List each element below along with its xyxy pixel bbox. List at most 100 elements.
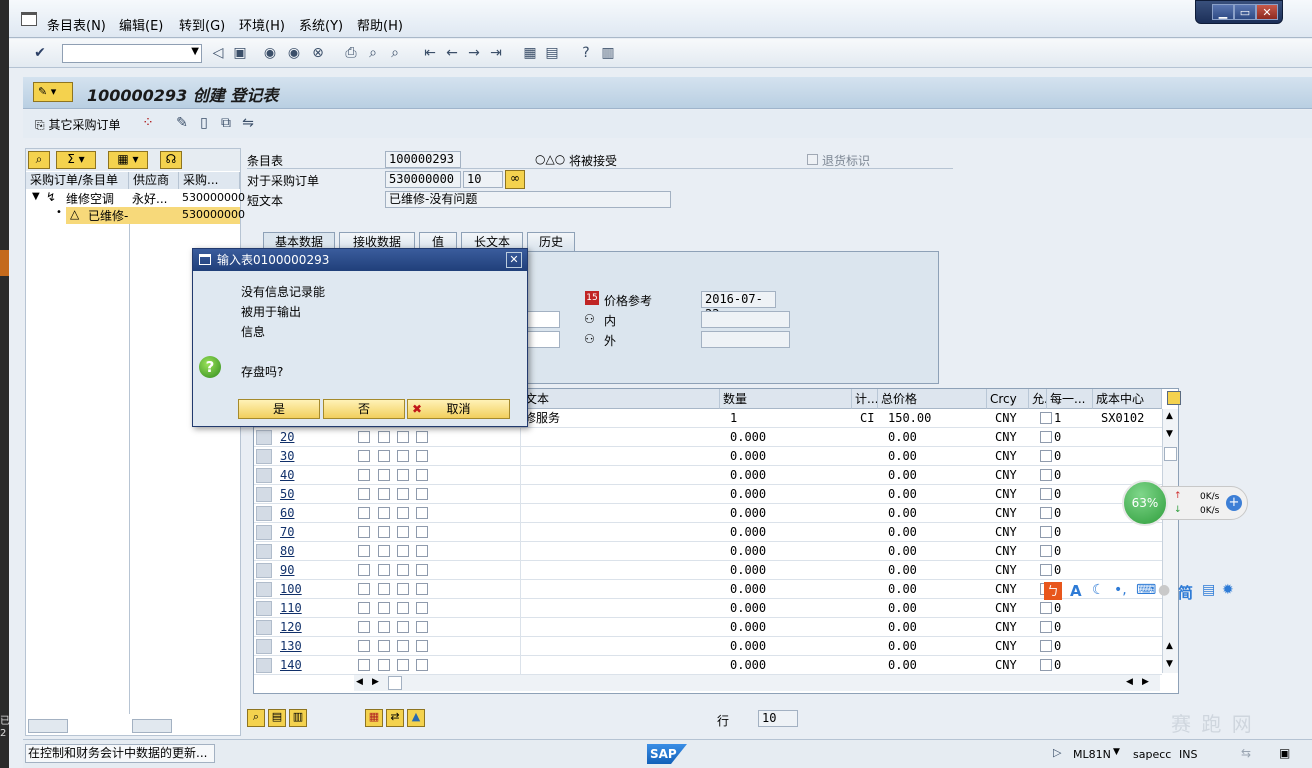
row-allowed-checkbox[interactable]	[1040, 640, 1052, 652]
cancel-icon[interactable]: ⊗	[309, 44, 327, 62]
row-checkbox[interactable]	[378, 602, 390, 614]
ime-logo-icon[interactable]: ㄅ	[1044, 582, 1062, 600]
row-line-number[interactable]: 70	[280, 523, 294, 542]
row-allowed-checkbox[interactable]	[1040, 602, 1052, 614]
find-next-icon[interactable]: ⌕	[386, 44, 404, 62]
cancel-button[interactable]: ✖ 取消	[407, 399, 510, 419]
row-line-number[interactable]: 130	[280, 637, 302, 656]
minimize-button[interactable]: ▁	[1212, 4, 1234, 20]
col-header-currency[interactable]: Crcy	[987, 389, 1029, 409]
toggle-icon[interactable]: ⇋	[239, 114, 257, 132]
row-allowed-checkbox[interactable]	[1040, 507, 1052, 519]
print-icon[interactable]: ⎙	[342, 44, 360, 62]
table-row[interactable]: 90 0.000 0.00 CNY 0	[254, 561, 1162, 580]
prev-page-icon[interactable]: ←	[443, 44, 461, 62]
row-selector[interactable]	[256, 563, 272, 578]
row-checkbox[interactable]	[416, 545, 428, 557]
row-number-field[interactable]: 10	[758, 710, 798, 727]
row-checkbox[interactable]	[416, 488, 428, 500]
edit-pencil-icon[interactable]: ✎	[173, 114, 191, 132]
table-row[interactable]: 70 0.000 0.00 CNY 0	[254, 523, 1162, 542]
scroll-thumb[interactable]	[388, 676, 402, 690]
menu-entry-sheet[interactable]: 条目表(N)	[47, 15, 106, 34]
menu-edit[interactable]: 编辑(E)	[119, 15, 163, 34]
price-ref-date[interactable]: 2016-07-22	[701, 291, 776, 321]
row-checkbox[interactable]	[416, 507, 428, 519]
row-checkbox[interactable]	[358, 545, 370, 557]
row-checkbox[interactable]	[397, 450, 409, 462]
row-checkbox[interactable]	[397, 488, 409, 500]
menu-goto[interactable]: 转到(G)	[179, 15, 225, 34]
shortcut-icon[interactable]: ▤	[543, 44, 561, 62]
yes-button[interactable]: 是	[238, 399, 320, 419]
po-field[interactable]: 530000000	[385, 171, 461, 188]
row-checkbox[interactable]	[358, 602, 370, 614]
row-selector[interactable]	[256, 639, 272, 654]
table-row[interactable]: 130 0.000 0.00 CNY 0	[254, 637, 1162, 656]
row-line-number[interactable]: 60	[280, 504, 294, 523]
row-checkbox[interactable]	[397, 640, 409, 652]
tree-scroll-left[interactable]	[28, 719, 68, 733]
tab-history[interactable]: 历史	[527, 232, 575, 252]
row-checkbox[interactable]	[397, 602, 409, 614]
value-field-2[interactable]	[524, 331, 560, 348]
row-allowed-checkbox[interactable]	[1040, 431, 1052, 443]
row-allowed-checkbox[interactable]	[1040, 659, 1052, 671]
row-checkbox[interactable]	[416, 602, 428, 614]
row-checkbox[interactable]	[378, 659, 390, 671]
table-row[interactable]: 20 0.000 0.00 CNY 0	[254, 428, 1162, 447]
row-checkbox[interactable]	[358, 621, 370, 633]
grid-toolbar-deselect-icon[interactable]: ▥	[289, 709, 307, 727]
tree-row[interactable]: ▼ ↯ 维修空调 永好... 530000000	[26, 190, 245, 207]
row-allowed-checkbox[interactable]	[1040, 488, 1052, 500]
row-checkbox[interactable]	[397, 583, 409, 595]
row-selector[interactable]	[256, 658, 272, 673]
row-checkbox[interactable]	[358, 583, 370, 595]
row-checkbox[interactable]	[358, 640, 370, 652]
dialog-close-button[interactable]: ✕	[506, 252, 522, 268]
find-icon[interactable]: ⌕	[28, 151, 50, 169]
row-checkbox[interactable]	[378, 488, 390, 500]
scroll-left-icon[interactable]: ◀	[356, 677, 363, 687]
row-selector[interactable]	[256, 430, 272, 445]
sum-icon[interactable]: Σ ▾	[56, 151, 96, 169]
scroll-left-icon[interactable]: ◀	[1126, 677, 1133, 687]
row-checkbox[interactable]	[378, 507, 390, 519]
col-header-per[interactable]: 每一...	[1047, 389, 1093, 409]
table-row[interactable]: 1000.0000.00CNY0	[254, 580, 1162, 599]
table-row[interactable]: 120 0.000 0.00 CNY 0	[254, 618, 1162, 637]
back-arrow-icon[interactable]: ◁	[209, 44, 227, 62]
short-text-field[interactable]: 已维修-没有问题	[385, 191, 671, 208]
row-line-number[interactable]: 110	[280, 599, 302, 618]
tree-row-selected[interactable]: • △ 已维修- 530000000	[26, 207, 245, 224]
col-header-price[interactable]: 总价格	[878, 389, 987, 409]
grid-toolbar-service-icon[interactable]: ▦	[365, 709, 383, 727]
row-checkbox[interactable]	[378, 564, 390, 576]
row-line-number[interactable]: 80	[280, 542, 294, 561]
last-page-icon[interactable]: ⇥	[487, 44, 505, 62]
status-lights-icon[interactable]: ⁘	[139, 114, 157, 132]
ime-skin-icon[interactable]: ▤	[1202, 582, 1215, 598]
first-page-icon[interactable]: ⇤	[421, 44, 439, 62]
po-item-field[interactable]: 10	[463, 171, 503, 188]
row-selector[interactable]	[256, 620, 272, 635]
tree-header-po[interactable]: 采购订单/条目单	[26, 172, 129, 189]
table-row[interactable]: 110 0.000 0.00 CNY 0	[254, 599, 1162, 618]
row-checkbox[interactable]	[358, 507, 370, 519]
row-checkbox[interactable]	[416, 469, 428, 481]
sap-menu-icon[interactable]	[21, 12, 37, 26]
row-checkbox[interactable]	[378, 431, 390, 443]
row-allowed-checkbox[interactable]	[1040, 526, 1052, 538]
col-header-qty[interactable]: 数量	[720, 389, 852, 409]
close-button[interactable]: ✕	[1256, 4, 1278, 20]
copy-icon[interactable]: ⧉	[217, 114, 235, 132]
chevron-down-icon[interactable]: ▼	[191, 46, 199, 57]
row-checkbox[interactable]	[378, 469, 390, 481]
row-selector[interactable]	[256, 449, 272, 464]
row-line-number[interactable]: 40	[280, 466, 294, 485]
scroll-up-icon[interactable]: ▲	[1166, 411, 1173, 421]
row-checkbox[interactable]	[358, 488, 370, 500]
new-session-icon[interactable]: ▦	[521, 44, 539, 62]
tree-header-purchase[interactable]: 采购...	[179, 172, 240, 189]
row-allowed-checkbox[interactable]	[1040, 450, 1052, 462]
